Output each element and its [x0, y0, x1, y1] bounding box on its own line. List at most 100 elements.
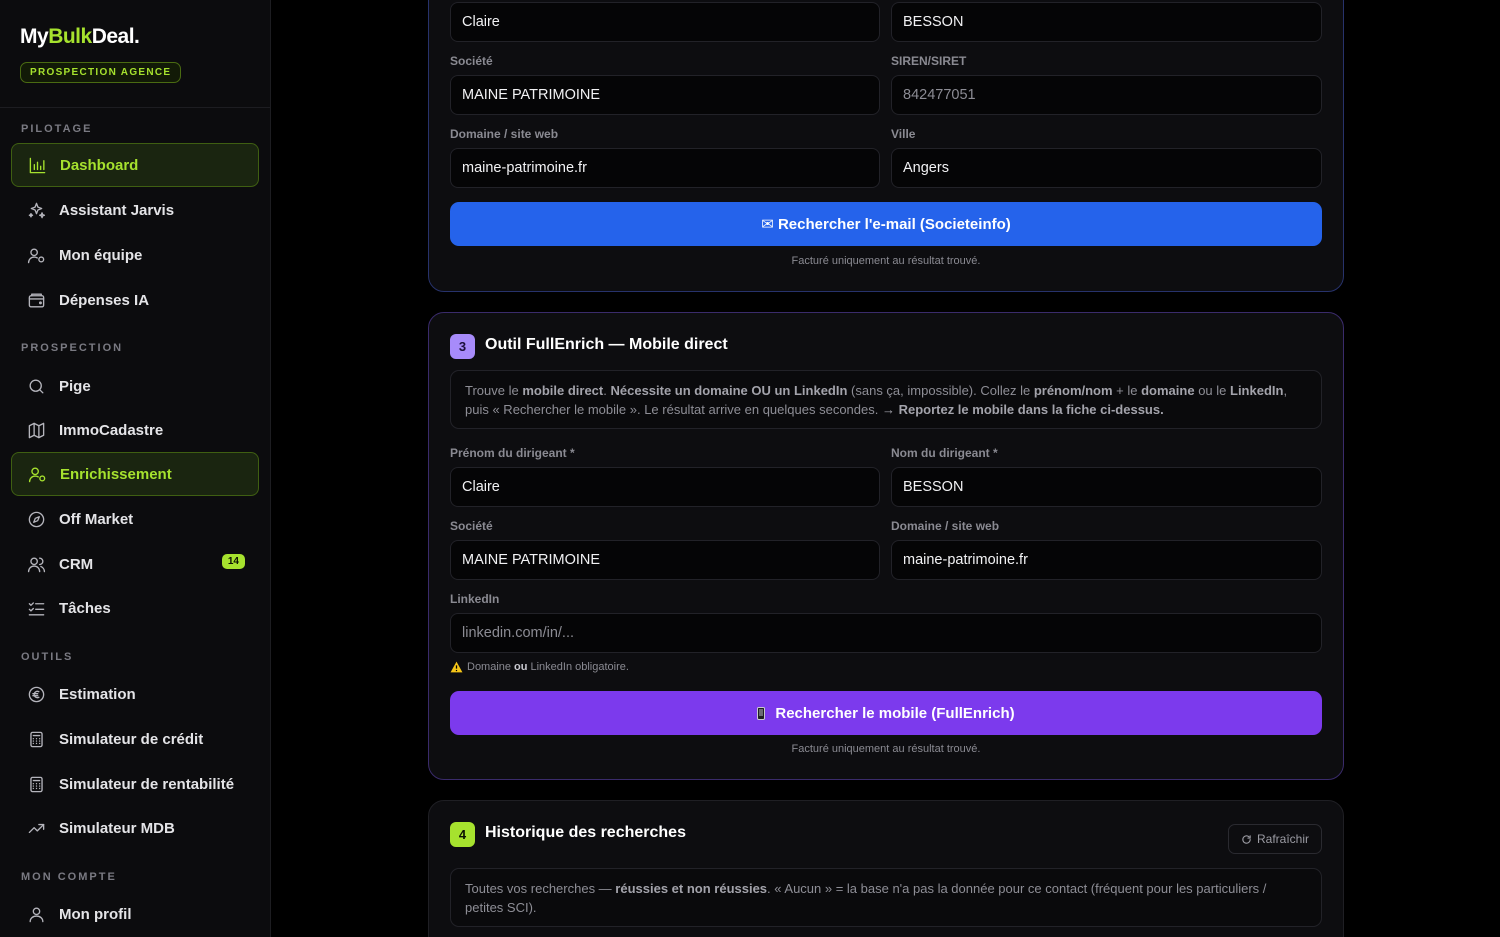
nav-label: CRM	[59, 555, 94, 573]
billing-note: Facturé uniquement au résultat trouvé.	[791, 743, 981, 755]
societeinfo-email-card: Claire BESSON Société SIREN/SIRET MAINE …	[428, 0, 1344, 292]
calculator-icon	[26, 729, 46, 749]
nav-label: Dépenses IA	[59, 291, 150, 309]
nav-item-dashboard[interactable]: Dashboard	[11, 143, 259, 187]
info-bold: → Reportez le mobile dans la fiche ci-de…	[881, 402, 1164, 417]
section-label-outils: OUTILS	[21, 651, 74, 663]
button-label: Rechercher le mobile (FullEnrich)	[775, 704, 1015, 722]
nom-label: Nom du dirigeant *	[891, 446, 998, 460]
domaine-field[interactable]: maine-patrimoine.fr	[891, 540, 1322, 580]
sidebar: MyBulkDeal. PROSPECTION AGENCE PILOTAGE …	[0, 0, 271, 937]
info-bold: prénom/nom	[1033, 383, 1113, 398]
first-name-field[interactable]: Claire	[450, 2, 880, 42]
sparkles-icon	[26, 200, 46, 220]
nav-label: Estimation	[59, 685, 136, 703]
info-bold: domaine	[1141, 383, 1195, 398]
refresh-button[interactable]: Rafraîchir	[1227, 824, 1322, 854]
nav-label: Simulateur de rentabilité	[59, 775, 235, 793]
nav-label: Mon équipe	[59, 246, 143, 264]
last-name-field[interactable]: BESSON	[891, 2, 1322, 42]
step-number-4: 4	[450, 822, 475, 847]
search-icon	[26, 376, 46, 396]
info-bold: Nécessite un domaine OU un LinkedIn	[610, 383, 848, 398]
billing-note: Facturé uniquement au résultat trouvé.	[791, 255, 981, 267]
nav-label: Tâches	[59, 599, 111, 617]
societe-field[interactable]: MAINE PATRIMOINE	[450, 540, 880, 580]
nav-item-simulateur-credit[interactable]: Simulateur de crédit	[11, 717, 259, 761]
nav-item-taches[interactable]: Tâches	[11, 586, 259, 630]
workspace-badge: PROSPECTION AGENCE	[20, 62, 182, 83]
nav-item-simulateur-mdb[interactable]: Simulateur MDB	[11, 806, 259, 850]
history-card: 4 Historique des recherches Rafraîchir T…	[428, 800, 1344, 937]
linkedin-label: LinkedIn	[450, 592, 500, 606]
info-text: Toutes vos recherches —	[465, 881, 616, 896]
domaine-field[interactable]: maine-patrimoine.fr	[450, 148, 880, 188]
history-info-box: Toutes vos recherches — réussies et non …	[450, 868, 1322, 927]
users-icon	[26, 554, 46, 574]
nav-item-estimation[interactable]: Estimation	[11, 672, 259, 716]
calculator-icon	[26, 774, 46, 794]
info-bold: LinkedIn	[1230, 383, 1284, 398]
nav-item-crm[interactable]: CRM 14	[11, 542, 259, 586]
ville-label: Ville	[891, 127, 916, 141]
info-bold: mobile direct	[522, 383, 604, 398]
societe-field[interactable]: MAINE PATRIMOINE	[450, 75, 880, 115]
siren-label: SIREN/SIRET	[891, 54, 967, 68]
nav-label: Off Market	[59, 510, 134, 528]
info-box: Trouve le mobile direct. Nécessite un do…	[450, 370, 1322, 429]
trending-up-icon	[26, 818, 46, 838]
refresh-label: Rafraîchir	[1256, 832, 1309, 846]
user-gear-icon	[27, 464, 47, 484]
nav-item-mon-equipe[interactable]: Mon équipe	[11, 233, 259, 277]
logo-part: Bulk	[48, 25, 92, 48]
logo-part: My	[20, 25, 49, 48]
refresh-icon	[1241, 834, 1252, 845]
step-number-3: 3	[450, 334, 475, 359]
nav-label: ImmoCadastre	[59, 421, 164, 439]
section-label-prospection: PROSPECTION	[21, 342, 124, 354]
domain-warning: Domaine ou LinkedIn obligatoire.	[450, 661, 629, 673]
societe-label: Société	[450, 519, 493, 533]
wallet-icon	[26, 290, 46, 310]
nav-label: Dashboard	[60, 156, 139, 174]
nav-label: Simulateur MDB	[59, 819, 175, 837]
domaine-label: Domaine / site web	[450, 127, 559, 141]
info-text: (sans ça, impossible). Collez le	[847, 383, 1034, 398]
societe-label: Société	[450, 54, 493, 68]
nav-item-pige[interactable]: Pige	[11, 364, 259, 408]
search-email-button[interactable]: ✉ Rechercher l'e-mail (Societeinfo)	[450, 202, 1322, 246]
nav-item-depenses-ia[interactable]: Dépenses IA	[11, 278, 259, 322]
prenom-field[interactable]: Claire	[450, 467, 880, 507]
user-gear-icon	[26, 245, 46, 265]
user-icon	[26, 904, 46, 924]
nav-item-enrichissement[interactable]: Enrichissement	[11, 452, 259, 496]
crm-count-badge: 14	[221, 554, 245, 569]
card-title: Historique des recherches	[485, 824, 686, 841]
nav-item-simulateur-rentabilite[interactable]: Simulateur de rentabilité	[11, 762, 259, 806]
linkedin-input[interactable]: linkedin.com/in/...	[450, 613, 1322, 653]
nav-item-immocadastre[interactable]: ImmoCadastre	[11, 408, 259, 452]
prenom-label: Prénom du dirigeant *	[450, 446, 575, 460]
section-label-pilotage: PILOTAGE	[21, 123, 93, 135]
nav-item-mon-profil[interactable]: Mon profil	[11, 892, 259, 936]
search-mobile-button[interactable]: Rechercher le mobile (FullEnrich)	[450, 691, 1322, 735]
siren-field[interactable]: 842477051	[891, 75, 1322, 115]
compass-icon	[26, 509, 46, 529]
nom-field[interactable]: BESSON	[891, 467, 1322, 507]
ville-field[interactable]: Angers	[891, 148, 1322, 188]
nav-item-assistant-jarvis[interactable]: Assistant Jarvis	[11, 188, 259, 232]
nav-label: Assistant Jarvis	[59, 201, 175, 219]
app-logo[interactable]: MyBulkDeal.	[20, 24, 250, 50]
info-bold: réussies et non réussies	[615, 881, 768, 896]
euro-icon	[26, 684, 46, 704]
nav-label: Pige	[59, 377, 91, 395]
nav-item-off-market[interactable]: Off Market	[11, 497, 259, 541]
info-text: ou le	[1194, 383, 1230, 398]
nav-label: Simulateur de crédit	[59, 730, 204, 748]
warning-icon	[450, 661, 463, 673]
card-title: Outil FullEnrich — Mobile direct	[485, 336, 728, 353]
nav-label: Mon profil	[59, 905, 132, 923]
warning-text: Domaine	[467, 661, 512, 673]
logo-part: Deal.	[91, 25, 140, 48]
warning-text: LinkedIn obligatoire.	[530, 661, 629, 673]
